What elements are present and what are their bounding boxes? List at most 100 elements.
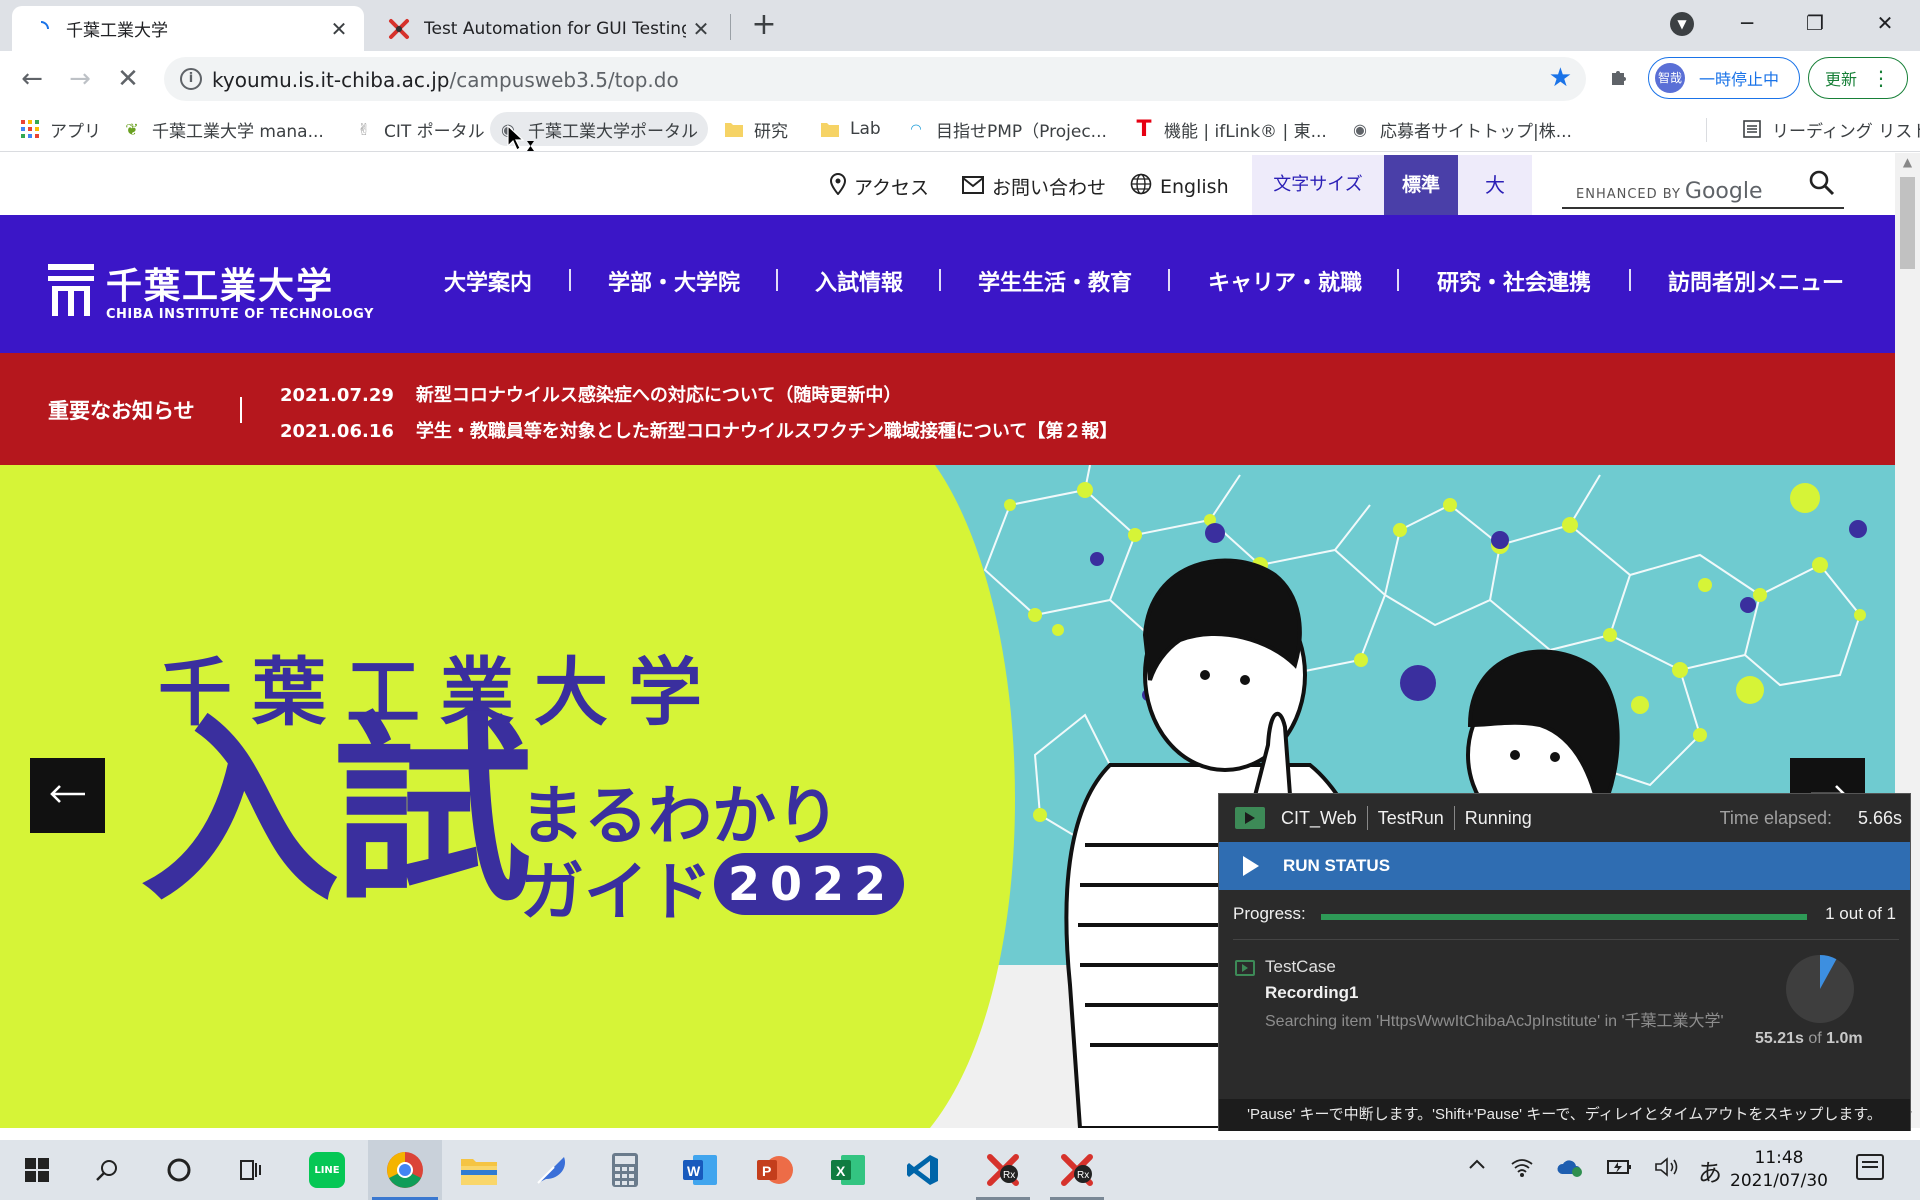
close-tab-icon[interactable]: ✕ [686,17,716,41]
windows-start-icon[interactable] [0,1140,74,1200]
feather-app-icon[interactable] [514,1140,588,1200]
svg-text:Rx: Rx [1003,1170,1015,1181]
bookmark-star-icon[interactable]: ★ [1549,63,1572,93]
time-elapsed-value: 5.66s [1857,808,1902,828]
reading-list-button[interactable]: リーディング リスト [1742,112,1920,146]
minimize-button[interactable]: ─ [1722,6,1772,40]
close-window-button[interactable]: ✕ [1860,6,1910,40]
nav-student-life[interactable]: 学生生活・教育 [978,265,1132,297]
progress-bar-fill [1321,914,1807,920]
task-view-icon[interactable] [214,1140,288,1200]
ranorex-solution-name: CIT_Web [1281,807,1357,828]
bookmark-label: Lab [850,119,881,139]
close-tab-icon[interactable]: ✕ [324,17,354,41]
ranorex-recorder-icon[interactable]: Rx [966,1140,1040,1200]
cortana-icon[interactable] [142,1140,216,1200]
maximize-button[interactable]: ❐ [1790,6,1840,40]
bookmark-label: 千葉工業大学ポータル [528,121,698,142]
notification-center-icon[interactable] [1856,1154,1884,1180]
stop-loading-icon[interactable]: ✕ [110,61,146,97]
run-status-bar[interactable]: RUN STATUS [1219,842,1910,890]
bookmark-applicant-site[interactable]: ◉ 応募者サイトトップ|株... [1350,112,1572,146]
utility-bar: アクセス お問い合わせ English 文字サイズ 標準 大 ENHANCED … [0,153,1895,215]
play-icon[interactable] [1243,856,1259,876]
timeout-pie-chart [1786,955,1854,1023]
bookmark-label: アプリ [50,121,101,142]
search-icon[interactable] [70,1140,144,1200]
nav-admissions[interactable]: 入試情報 [815,265,903,297]
address-bar[interactable]: i kyoumu.is.it-chiba.ac.jp/campusweb3.5/… [164,57,1586,101]
carousel-prev-button[interactable] [30,758,105,833]
chrome-app-icon[interactable] [368,1140,442,1200]
kebab-menu-icon: ⋮ [1871,66,1892,90]
vscode-app-icon[interactable] [886,1140,960,1200]
site-search-input[interactable]: ENHANCED BY Google [1562,167,1844,209]
scroll-up-arrow-icon[interactable]: ▲ [1895,155,1920,173]
bookmark-pmp[interactable]: ◠ 目指せPMP（Projec... [906,112,1107,146]
bookmark-folder-research[interactable]: 研究 [724,112,788,146]
browser-toolbar: ← → ✕ i kyoumu.is.it-chiba.ac.jp/campusw… [0,51,1920,106]
volume-icon[interactable] [1654,1156,1680,1184]
search-timer: 55.21s of 1.0m [1755,1030,1863,1048]
tab-chiba-university[interactable]: 千葉工業大学 ✕ [12,6,364,51]
timer-total: 1.0m [1826,1030,1863,1047]
extensions-puzzle-icon[interactable] [1606,65,1634,93]
url-text[interactable]: kyoumu.is.it-chiba.ac.jp/campusweb3.5/to… [212,68,679,92]
update-label: 更新 [1825,70,1858,89]
url-path: /campusweb3.5/top.do [449,68,679,92]
font-size-large-button[interactable]: 大 [1458,155,1532,215]
powerpoint-app-icon[interactable]: P [738,1140,812,1200]
bookmark-apps[interactable]: アプリ [20,112,101,146]
wifi-icon[interactable] [1510,1156,1534,1184]
search-icon[interactable] [1808,169,1836,204]
ranorex-studio-icon[interactable]: Rx [1040,1140,1114,1200]
chevron-up-icon[interactable] [1466,1154,1488,1182]
bookmark-cit-portal[interactable]: ✌ CIT ポータル [354,112,484,146]
bookmark-chiba-mana[interactable]: ❦ 千葉工業大学 mana... [122,112,324,146]
ime-indicator[interactable]: あ [1698,1153,1722,1188]
font-size-standard-button[interactable]: 標準 [1384,155,1458,215]
contact-link[interactable]: お問い合わせ [962,173,1106,200]
folder-icon [724,119,744,139]
tab-title: Test Automation for GUI Testing | [424,18,686,39]
excel-app-icon[interactable]: X [812,1140,886,1200]
system-clock[interactable]: 11:48 2021/07/30 [1724,1147,1834,1193]
nav-about[interactable]: 大学案内 [444,265,532,297]
forward-arrow-icon[interactable]: → [62,61,98,97]
scrollbar-thumb[interactable] [1900,177,1915,269]
tab-test-automation[interactable]: Test Automation for GUI Testing | ✕ [374,6,726,51]
english-link[interactable]: English [1130,173,1229,200]
bookmark-iflink[interactable]: T 機能 | ifLink® | 東... [1134,112,1326,146]
access-label: アクセス [854,177,930,199]
profile-button[interactable]: 智哉 一時停止中 [1648,57,1800,99]
chiba-tech-logo[interactable]: 千葉工業大学 CHIBA INSTITUTE OF TECHNOLOGY [48,257,374,322]
search-brand-google: Google [1684,179,1763,204]
bookmarks-bar: アプリ ❦ 千葉工業大学 mana... ✌ CIT ポータル ◉ 千葉工業大学… [0,106,1920,152]
calculator-icon[interactable] [588,1140,662,1200]
new-tab-button[interactable]: + [748,8,780,42]
ranorex-run-state: Running [1464,807,1532,828]
onedrive-icon[interactable] [1556,1156,1584,1184]
notice-item[interactable]: 2021.07.29 新型コロナウイルス感染症への対応について（随時更新中） [280,381,901,407]
ranorex-test-name: TestRun [1377,807,1444,828]
nav-visitor-menu[interactable]: 訪問者別メニュー [1668,265,1844,297]
update-chrome-button[interactable]: 更新 ⋮ [1808,57,1908,99]
search-status-message: Searching item 'HttpsWwwItChibaAcJpInsti… [1265,1013,1724,1030]
bookmark-folder-lab[interactable]: Lab [820,112,881,146]
access-link[interactable]: アクセス [829,172,930,200]
notice-divider [240,397,242,423]
line-app-icon[interactable]: LINE [290,1140,364,1200]
site-info-icon[interactable]: i [180,68,202,90]
nav-career[interactable]: キャリア・就職 [1208,265,1362,297]
tab-search-icon[interactable]: ▼ [1670,12,1694,36]
nav-faculties[interactable]: 学部・大学院 [608,265,740,297]
file-explorer-icon[interactable] [442,1140,516,1200]
run-status-label: RUN STATUS [1283,856,1391,875]
battery-charging-icon[interactable] [1606,1156,1634,1184]
word-app-icon[interactable]: W [664,1140,738,1200]
testcase-label: TestCase [1265,957,1336,976]
globe-icon: ◉ [1353,119,1367,139]
back-arrow-icon[interactable]: ← [14,61,50,97]
nav-research[interactable]: 研究・社会連携 [1437,265,1591,297]
notice-item[interactable]: 2021.06.16 学生・教職員等を対象とした新型コロナウイルスワクチン職域接種… [280,417,1117,443]
